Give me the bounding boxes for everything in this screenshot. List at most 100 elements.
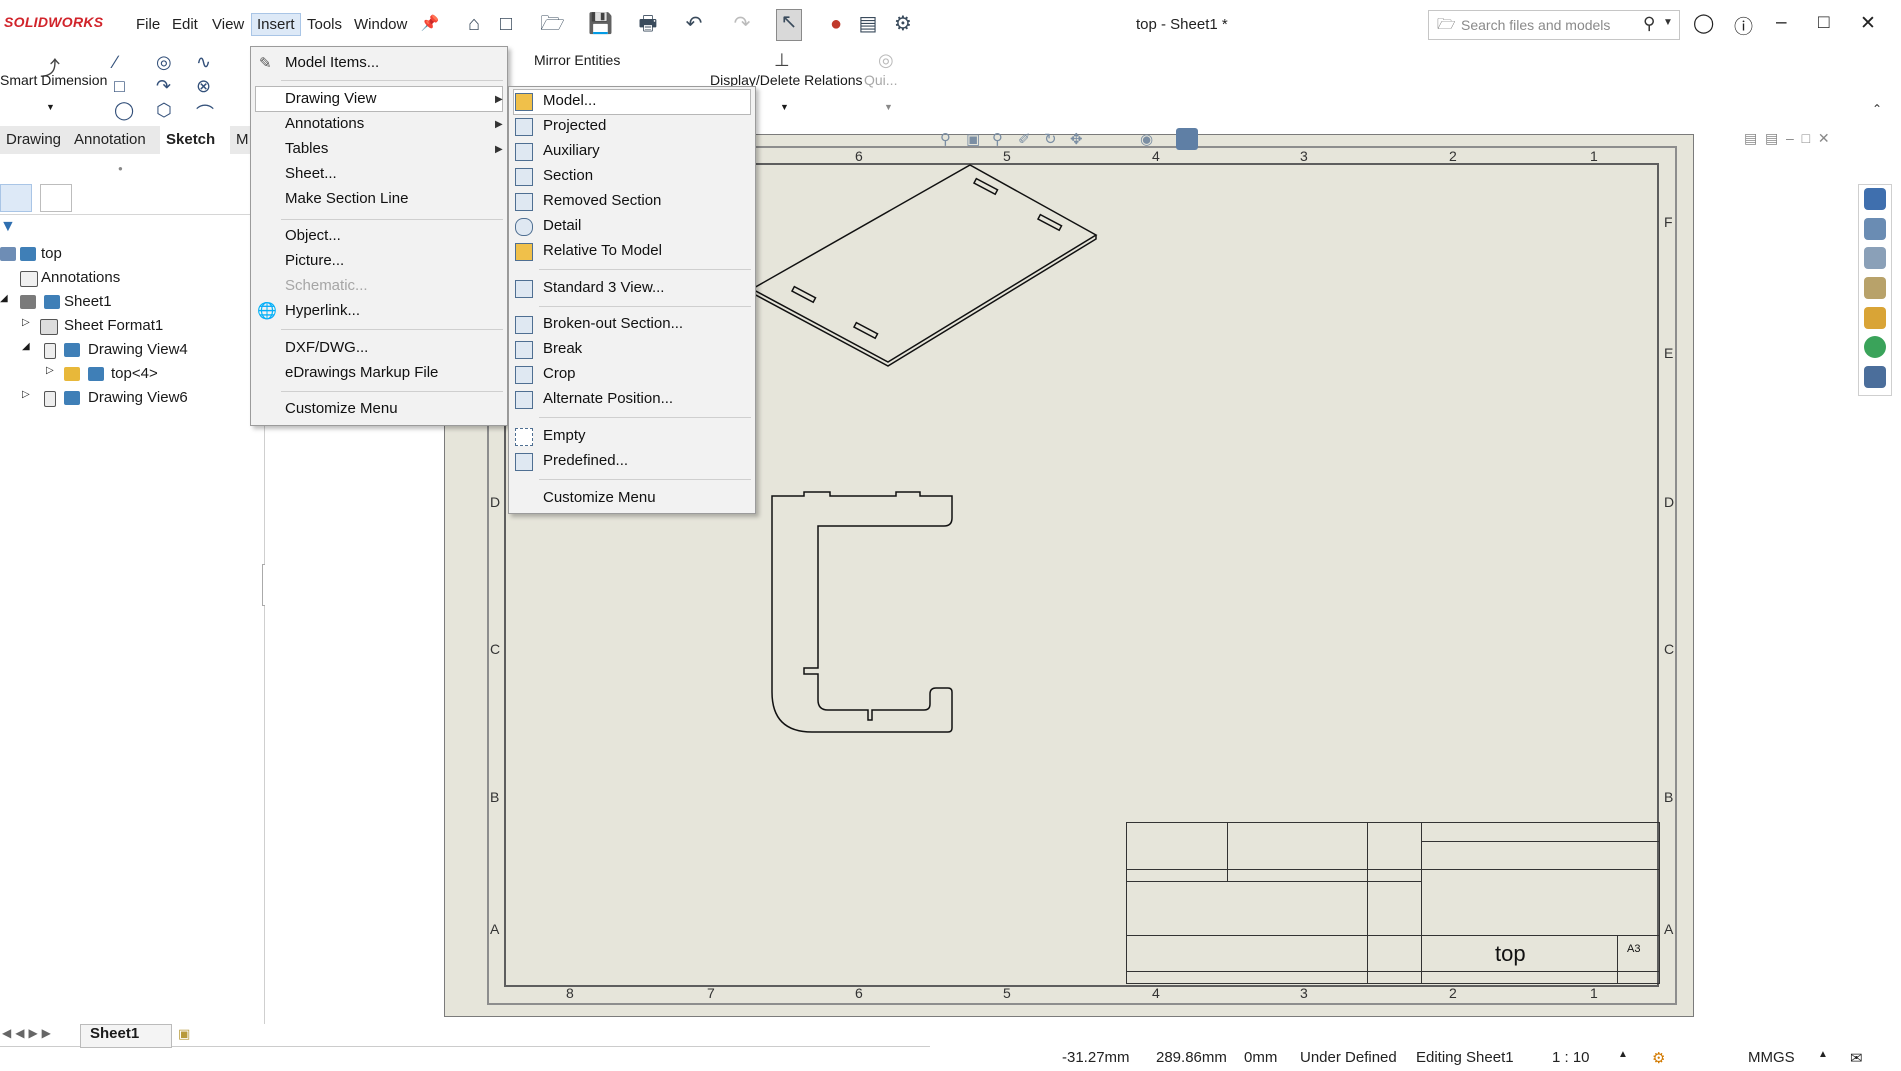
menu-item-model[interactable]: Model... (543, 92, 596, 109)
circle-icon[interactable]: ◎ (156, 52, 172, 73)
polygon-icon[interactable]: ⬡ (156, 100, 172, 121)
quick-snaps-icon[interactable]: ◎ (878, 50, 894, 71)
file-explorer-icon[interactable] (1864, 277, 1886, 299)
menu-item-standard-3-view[interactable]: Standard 3 View... (543, 279, 664, 296)
smart-dimension-button[interactable]: Smart Dimension (0, 72, 107, 88)
save-icon[interactable]: 💾 (588, 12, 613, 36)
menu-item-hyperlink[interactable]: Hyperlink... (285, 302, 360, 319)
design-library-icon[interactable] (1864, 247, 1886, 269)
menu-item-removed-section[interactable]: Removed Section (543, 192, 661, 209)
sheet-nav-arrows-icon[interactable]: ◀◀▶▶ (2, 1026, 55, 1040)
maximize-icon[interactable]: □ (1818, 12, 1829, 34)
home-icon[interactable] (1864, 218, 1886, 240)
menu-tools[interactable]: Tools (307, 16, 342, 33)
menu-item-alternate-position[interactable]: Alternate Position... (543, 390, 673, 407)
search-box[interactable]: 🗁 Search files and models ⚲ ▼ (1428, 10, 1680, 40)
chevron-down-icon[interactable]: ▼ (1663, 17, 1673, 28)
slot-icon[interactable]: ◯ (114, 100, 134, 121)
menu-item-dxf-dwg[interactable]: DXF/DWG... (285, 339, 368, 356)
hide-show-icon[interactable]: ◉ (1140, 130, 1153, 148)
chevron-down-icon[interactable]: ▼ (780, 102, 789, 112)
zoom-to-fit-icon[interactable]: ⚲ (940, 130, 951, 148)
solidworks-resources-icon[interactable] (1864, 188, 1886, 210)
chevron-up-icon[interactable]: ▲ (1818, 1049, 1828, 1060)
traffic-light-icon[interactable]: ● (824, 12, 848, 36)
collapse-icon[interactable]: ◢ (0, 293, 8, 304)
menu-file[interactable]: File (136, 16, 160, 33)
feature-tree-tab-icon[interactable] (0, 184, 32, 212)
tree-item-top[interactable]: top (41, 245, 62, 262)
menu-item-make-section-line[interactable]: Make Section Line (285, 190, 408, 207)
menu-item-edrawings-markup[interactable]: eDrawings Markup File (285, 364, 438, 381)
menu-item-customize-menu[interactable]: Customize Menu (543, 489, 656, 506)
undo-icon[interactable]: ↶ (682, 12, 706, 36)
quick-snaps-button[interactable]: Qui... (864, 72, 897, 88)
line-icon[interactable]: ∕ (114, 52, 117, 73)
menu-view[interactable]: View (212, 16, 244, 33)
menu-insert[interactable]: Insert (251, 13, 301, 36)
open-folder-icon[interactable]: 🗁 (540, 12, 565, 36)
tree-item-sheet1[interactable]: Sheet1 (64, 293, 112, 310)
home-icon[interactable]: ⌂ (462, 12, 486, 36)
close-icon[interactable]: ✕ (1860, 12, 1876, 35)
tab-drawing[interactable]: Drawing (0, 126, 69, 154)
menu-edit[interactable]: Edit (172, 16, 198, 33)
offset-icon[interactable]: ⊗ (196, 76, 211, 97)
chevron-down-icon[interactable]: ▼ (884, 102, 893, 112)
rebuild-icon[interactable]: ⚙ (1652, 1049, 1665, 1067)
spline-icon[interactable]: ∿ (196, 52, 211, 73)
viewport-controls[interactable]: ▤ ▤ – □ ✕ (1744, 130, 1830, 147)
pan-icon[interactable]: ✥ (1070, 130, 1083, 148)
notification-icon[interactable]: ✉ (1850, 1049, 1863, 1067)
pin-icon[interactable]: 📌 (418, 12, 442, 36)
tab-sketch[interactable]: Sketch (160, 126, 237, 154)
menu-item-section[interactable]: Section (543, 167, 593, 184)
appearances-icon[interactable] (1864, 336, 1886, 358)
property-manager-tab-icon[interactable] (40, 184, 72, 212)
previous-view-icon[interactable]: ⚲ (992, 130, 1003, 148)
collapse-icon[interactable]: ◢ (22, 341, 30, 352)
menu-item-predefined[interactable]: Predefined... (543, 452, 628, 469)
filter-icon[interactable]: ▼ (0, 218, 16, 236)
print-icon[interactable]: 🖶 (636, 12, 660, 36)
redo-icon[interactable]: ↷ (730, 12, 754, 36)
menu-item-object[interactable]: Object... (285, 227, 341, 244)
add-sheet-icon[interactable]: ▣ (178, 1026, 190, 1042)
menu-item-picture[interactable]: Picture... (285, 252, 344, 269)
tab-annotation[interactable]: Annotation (68, 126, 169, 154)
section-view-icon[interactable]: ✐ (1018, 130, 1031, 148)
appearance-icon[interactable] (1176, 128, 1198, 150)
menu-item-tables[interactable]: Tables (285, 140, 328, 157)
collapse-ribbon-icon[interactable]: ⌃ (1872, 102, 1882, 116)
trim-icon[interactable]: ↷ (156, 76, 171, 97)
tree-item-top-4[interactable]: top<4> (111, 365, 158, 382)
splitter-handle[interactable]: ● (118, 164, 123, 173)
file-properties-icon[interactable]: ▤ (856, 12, 880, 36)
menu-item-broken-out-section[interactable]: Broken-out Section... (543, 315, 683, 332)
menu-item-relative-to-model[interactable]: Relative To Model (543, 242, 662, 259)
menu-item-auxiliary[interactable]: Auxiliary (543, 142, 600, 159)
menu-item-model-items[interactable]: Model Items... (285, 54, 379, 71)
account-icon[interactable]: ◯ (1693, 12, 1714, 35)
options-gear-icon[interactable]: ⚙ (891, 12, 915, 36)
menu-item-detail[interactable]: Detail (543, 217, 581, 234)
tree-item-sheet-format1[interactable]: Sheet Format1 (64, 317, 163, 334)
menu-item-annotations[interactable]: Annotations (285, 115, 364, 132)
rectangle-icon[interactable]: □ (114, 76, 125, 97)
mirror-entities-button[interactable]: Mirror Entities (534, 52, 620, 68)
help-icon[interactable]: ⓘ (1734, 12, 1753, 39)
select-arrow-icon[interactable]: ↖ (776, 9, 802, 41)
expand-icon[interactable]: ▷ (22, 389, 30, 400)
menu-window[interactable]: Window (354, 16, 407, 33)
expand-icon[interactable]: ▷ (22, 317, 30, 328)
expand-icon[interactable]: ▷ (46, 365, 54, 376)
relations-icon[interactable]: ⊥ (774, 50, 790, 71)
menu-item-projected[interactable]: Projected (543, 117, 606, 134)
menu-item-sheet[interactable]: Sheet... (285, 165, 337, 182)
fillet-icon[interactable]: ⌒ (196, 100, 214, 126)
menu-item-drawing-view[interactable]: Drawing View (285, 90, 376, 107)
minimize-icon[interactable]: – (1776, 12, 1787, 34)
chevron-up-icon[interactable]: ▲ (1618, 1049, 1628, 1060)
status-scale[interactable]: 1 : 10 (1552, 1049, 1590, 1066)
search-icon[interactable]: ⚲ (1643, 14, 1655, 34)
